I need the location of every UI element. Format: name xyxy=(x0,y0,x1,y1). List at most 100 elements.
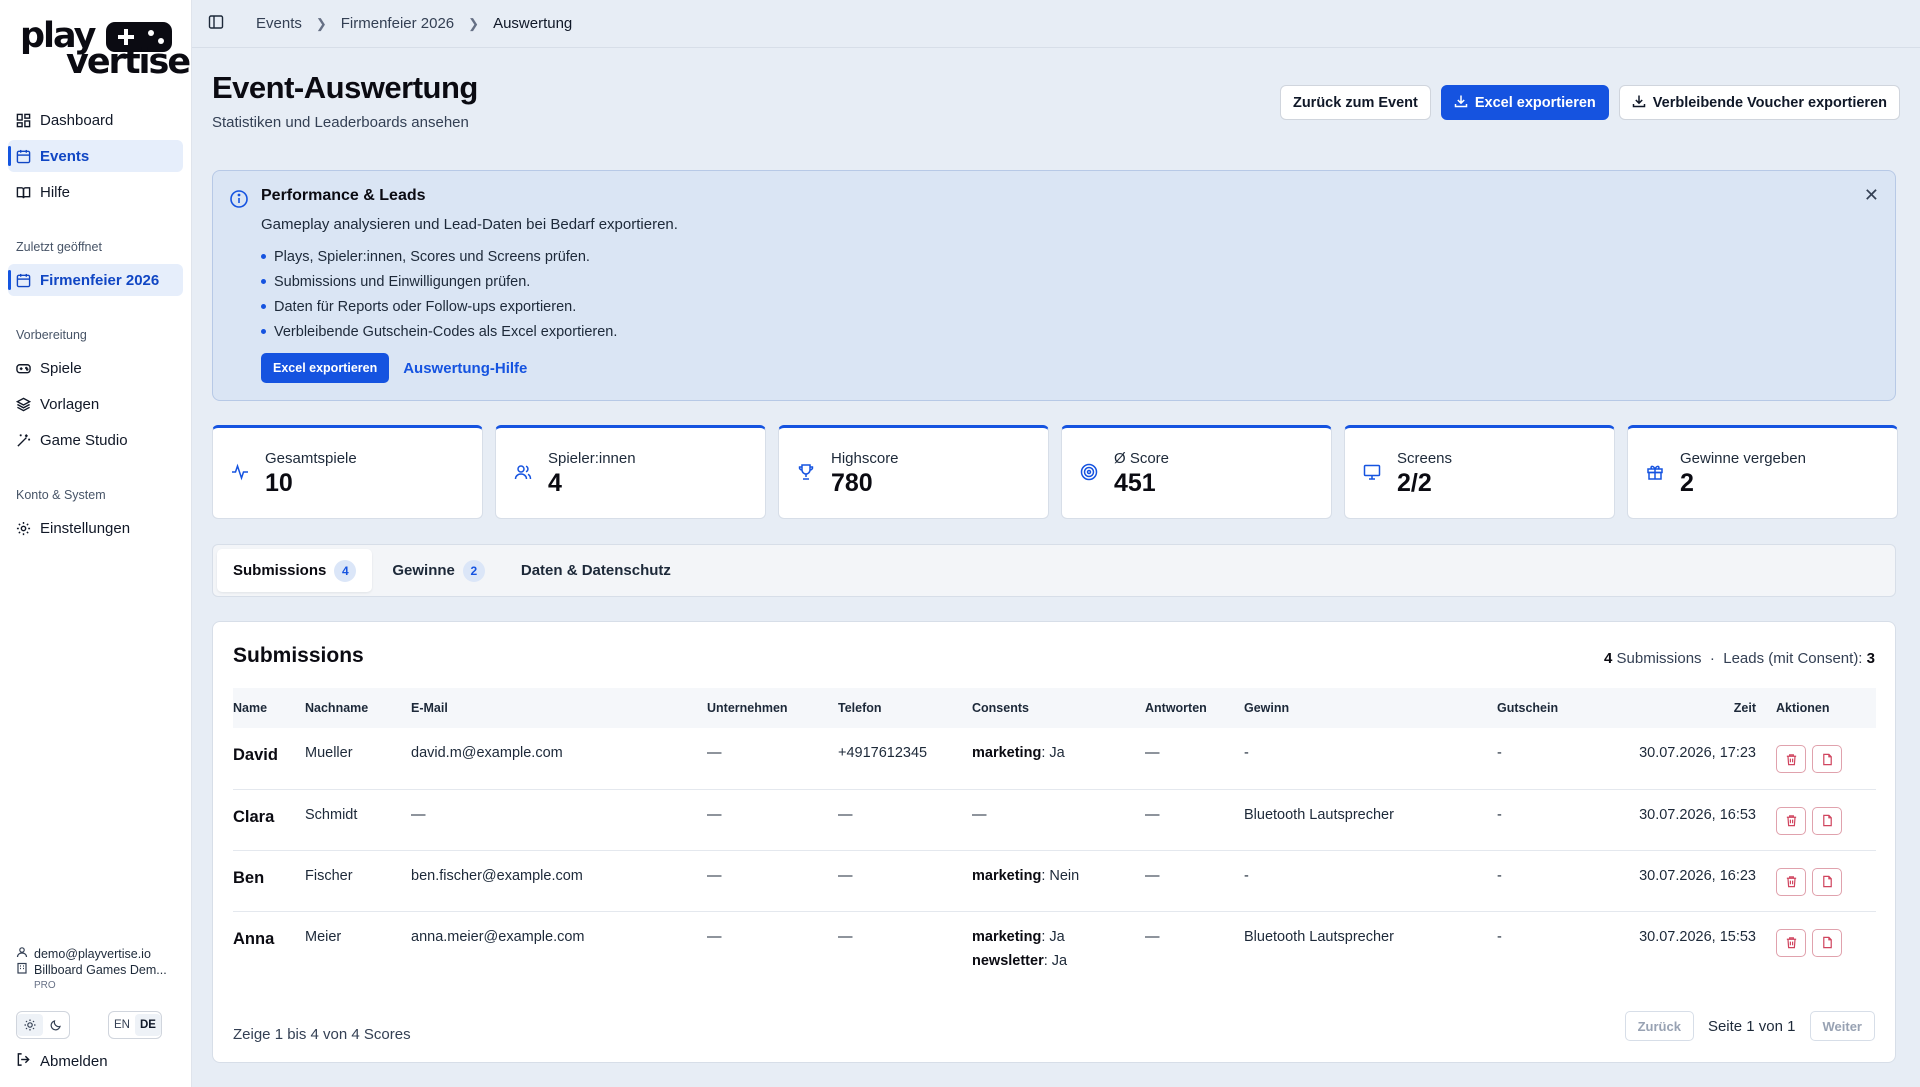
download-icon xyxy=(1632,94,1646,112)
chevron-right-icon: ❯ xyxy=(315,15,327,31)
target-icon xyxy=(1080,463,1098,485)
info-banner: Performance & Leads Gameplay analysieren… xyxy=(212,170,1896,401)
page-title: Event-Auswertung xyxy=(212,70,478,105)
trash-icon xyxy=(1786,876,1796,888)
info-export-button[interactable]: Excel exportieren xyxy=(261,353,390,383)
pagination: Zurück Seite 1 von 1 Weiter xyxy=(1624,1011,1875,1041)
section-label-prep: Vorbereitung xyxy=(16,328,87,342)
info-title: Performance & Leads xyxy=(261,187,426,204)
tab-submissions[interactable]: Submissions 4 xyxy=(217,549,373,592)
plan-badge: PRO xyxy=(34,980,56,991)
download-icon xyxy=(1454,94,1468,112)
activity-icon xyxy=(231,463,249,485)
list-item: Submissions und Einwilligungen prüfen. xyxy=(261,269,617,294)
gear-icon xyxy=(16,521,31,536)
submissions-card: Submissions 4 Submissions · Leads (mit C… xyxy=(212,621,1896,1063)
delete-button[interactable] xyxy=(1776,806,1806,835)
user-info: demo@playvertise.io Billboard Games Dem.… xyxy=(16,946,167,994)
gamepad-icon xyxy=(16,361,31,376)
submissions-summary: 4 Submissions · Leads (mit Consent): 3 xyxy=(1604,650,1875,667)
delete-button[interactable] xyxy=(1776,867,1806,896)
playvertise-logo[interactable]: play vertise xyxy=(20,18,191,80)
stat-players: Spieler:innen 4 xyxy=(495,425,766,519)
book-icon xyxy=(16,185,31,200)
list-item: Verbleibende Gutschein-Codes als Excel e… xyxy=(261,319,617,344)
stat-screens: Screens 2/2 xyxy=(1344,425,1615,519)
submissions-table: Name Nachname E-Mail Unternehmen Telefon… xyxy=(233,688,1876,981)
close-icon[interactable]: ✕ xyxy=(1864,185,1879,206)
info-icon xyxy=(229,189,249,213)
tab-gewinne[interactable]: Gewinne 2 xyxy=(376,549,501,592)
sidebar-item-einstellungen[interactable]: Einstellungen xyxy=(8,512,183,544)
tab-daten-datenschutz[interactable]: Daten & Datenschutz xyxy=(505,549,687,592)
calendar-icon xyxy=(16,149,31,164)
stat-total-plays: Gesamtspiele 10 xyxy=(212,425,483,519)
building-icon xyxy=(16,962,28,978)
breadcrumb: Events ❯ Firmenfeier 2026 ❯ Auswertung xyxy=(192,0,1920,48)
file-icon xyxy=(1822,814,1832,827)
users-icon xyxy=(514,463,532,485)
export-vouchers-button[interactable]: Verbleibende Voucher exportieren xyxy=(1618,85,1900,120)
trash-icon xyxy=(1786,937,1796,949)
section-label-account: Konto & System xyxy=(16,488,106,502)
table-row: Anna Meier anna.meier@example.com — — ma… xyxy=(233,911,1876,981)
header-actions: Zurück zum Event Excel exportieren Verbl… xyxy=(1279,85,1900,120)
logout-button[interactable]: Abmelden xyxy=(16,1052,108,1071)
pdf-button[interactable] xyxy=(1812,745,1842,773)
theme-toggle xyxy=(16,1011,70,1039)
help-link[interactable]: Auswertung-Hilfe xyxy=(403,360,527,377)
pdf-button[interactable] xyxy=(1812,806,1842,835)
monitor-icon xyxy=(1363,463,1381,485)
sidebar-item-vorlagen[interactable]: Vorlagen xyxy=(8,388,183,420)
lang-de[interactable]: DE xyxy=(135,1014,161,1036)
calendar-icon xyxy=(16,273,31,288)
sidebar-item-hilfe[interactable]: Hilfe xyxy=(8,176,183,208)
file-icon xyxy=(1822,875,1832,888)
language-toggle: EN DE xyxy=(108,1011,162,1039)
chevron-right-icon: ❯ xyxy=(468,15,480,31)
sidebar-item-dashboard[interactable]: Dashboard xyxy=(8,104,183,136)
list-item: Daten für Reports oder Follow-ups export… xyxy=(261,294,617,319)
trash-icon xyxy=(1786,753,1796,765)
info-bullets: Plays, Spieler:innen, Scores und Screens… xyxy=(261,244,617,344)
tab-bar: Submissions 4 Gewinne 2 Daten & Datensch… xyxy=(212,544,1896,597)
table-row: Clara Schmidt — — — — — Bluetooth Lautsp… xyxy=(233,789,1876,850)
main-content: Events ❯ Firmenfeier 2026 ❯ Auswertung E… xyxy=(192,0,1920,1087)
table-header-row: Name Nachname E-Mail Unternehmen Telefon… xyxy=(233,688,1876,728)
user-icon xyxy=(16,946,28,962)
sidebar-item-firmenfeier[interactable]: Firmenfeier 2026 xyxy=(8,264,183,296)
pdf-button[interactable] xyxy=(1812,928,1842,957)
logout-icon xyxy=(16,1052,31,1071)
breadcrumb-events[interactable]: Events xyxy=(256,15,302,32)
moon-icon[interactable] xyxy=(43,1014,69,1036)
stat-avg-score: Ø Score 451 xyxy=(1061,425,1332,519)
sidebar-item-events[interactable]: Events xyxy=(8,140,183,172)
breadcrumb-event[interactable]: Firmenfeier 2026 xyxy=(341,15,454,32)
file-icon xyxy=(1822,753,1832,765)
breadcrumb-current: Auswertung xyxy=(493,15,573,32)
delete-button[interactable] xyxy=(1776,745,1806,773)
pdf-button[interactable] xyxy=(1812,867,1842,896)
back-to-event-button[interactable]: Zurück zum Event xyxy=(1279,85,1431,120)
lang-en[interactable]: EN xyxy=(109,1014,135,1036)
sidebar-toggle-icon[interactable] xyxy=(208,14,224,34)
layers-icon xyxy=(16,397,31,412)
prev-page-button[interactable]: Zurück xyxy=(1624,1011,1694,1041)
sun-icon[interactable] xyxy=(17,1014,43,1036)
trophy-icon xyxy=(797,463,815,485)
export-excel-button[interactable]: Excel exportieren xyxy=(1440,85,1609,120)
sidebar-item-spiele[interactable]: Spiele xyxy=(8,352,183,384)
sidebar-item-game-studio[interactable]: Game Studio xyxy=(8,424,183,456)
list-item: Plays, Spieler:innen, Scores und Screens… xyxy=(261,244,617,269)
count-badge: 4 xyxy=(334,559,357,582)
grid-icon xyxy=(16,113,31,128)
page-subtitle: Statistiken und Leaderboards ansehen xyxy=(212,114,469,131)
next-page-button[interactable]: Weiter xyxy=(1809,1011,1875,1041)
gift-icon xyxy=(1646,463,1664,485)
file-icon xyxy=(1822,936,1832,949)
sidebar: play vertise Dashboard Events Hilfe Zule… xyxy=(0,0,192,1087)
table-row: Ben Fischer ben.fischer@example.com — — … xyxy=(233,850,1876,911)
delete-button[interactable] xyxy=(1776,928,1806,957)
info-description: Gameplay analysieren und Lead-Daten bei … xyxy=(261,216,678,233)
pagination-info: Zeige 1 bis 4 von 4 Scores xyxy=(233,1026,411,1043)
